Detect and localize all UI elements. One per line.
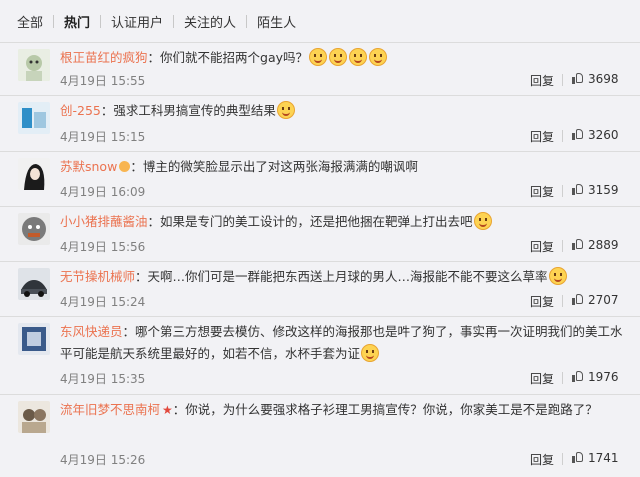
comment-body: 流年旧梦不思南柯 ★：你说，为什么要强求格子衫理工男搞宣传？你说，你家美工是不是跑…	[60, 399, 626, 421]
avatar[interactable]	[18, 268, 50, 300]
username-link[interactable]: 东风快递员	[60, 324, 123, 339]
comment-body: 苏默snow ：博主的微笑脸显示出了对这两张海报满满的嘲讽啊	[60, 156, 626, 178]
avatar[interactable]	[18, 323, 50, 355]
comment-text: ：你们就不能招两个gay吗？	[147, 50, 309, 65]
comment-body: 东风快递员：哪个第三方想要去模仿、修改这样的海报那也是吽了狗了，事实再一次证明我…	[60, 321, 626, 365]
tab-following[interactable]: 关注的人	[184, 12, 236, 31]
like-button[interactable]: 2889	[572, 238, 619, 252]
avatar[interactable]	[18, 213, 50, 245]
thumbs-up-icon	[572, 72, 584, 84]
action-divider	[562, 372, 563, 384]
comment-body: 小小猪排蘸酱油：如果是专门的美工设计的，还是把他捆在靶弹上打出去吧	[60, 211, 626, 233]
comment-time: 4月19日 15:26	[60, 453, 146, 467]
vip-badge-icon	[119, 161, 131, 172]
reply-button[interactable]: 回复	[530, 183, 554, 200]
username-link[interactable]: 创-255	[60, 103, 101, 118]
comment-item: 创-255：强求工科男搞宣传的典型结果 4月19日 15:15 回复 3260	[0, 95, 640, 151]
like-button[interactable]: 1976	[572, 370, 619, 384]
comment-list: 根正苗红的疯狗：你们就不能招两个gay吗？ 4月19日 15:55 回复 369…	[0, 42, 640, 474]
comment-text: ：如果是专门的美工设计的，还是把他捆在靶弹上打出去吧	[147, 214, 473, 229]
tab-all[interactable]: 全部	[17, 12, 43, 31]
avatar[interactable]	[18, 102, 50, 134]
thumbs-up-icon	[572, 451, 584, 463]
username-link[interactable]: 无节操机械师	[60, 269, 135, 284]
like-button[interactable]: 2707	[572, 293, 619, 307]
tab-hot[interactable]: 热门	[64, 12, 90, 31]
thumbs-up-icon	[572, 183, 584, 195]
comment-filter-tabs: 全部 热门 认证用户 关注的人 陌生人	[0, 0, 640, 42]
comment-text: ：你说，为什么要强求格子衫理工男搞宣传？你说，你家美工是不是跑路了？	[172, 402, 598, 417]
like-count: 1976	[588, 370, 619, 384]
action-divider	[562, 130, 563, 142]
action-divider	[562, 453, 563, 465]
comment-item: 流年旧梦不思南柯 ★：你说，为什么要强求格子衫理工男搞宣传？你说，你家美工是不是跑…	[0, 394, 640, 474]
comment-text: ：天啊…你们可是一群能把东西送上月球的男人…海报能不能不要这么草率	[135, 269, 548, 284]
comment-time: 4月19日 15:35	[60, 372, 146, 386]
comment-item: 东风快递员：哪个第三方想要去模仿、修改这样的海报那也是吽了狗了，事实再一次证明我…	[0, 316, 640, 394]
comment-item: 无节操机械师：天啊…你们可是一群能把东西送上月球的男人…海报能不能不要这么草率 …	[0, 261, 640, 316]
comment-item: 小小猪排蘸酱油：如果是专门的美工设计的，还是把他捆在靶弹上打出去吧 4月19日 …	[0, 206, 640, 261]
comment-time: 4月19日 16:09	[60, 185, 146, 199]
doge-emoji-icon	[548, 267, 567, 285]
reply-button[interactable]: 回复	[530, 451, 554, 468]
tab-divider	[53, 14, 55, 28]
like-button[interactable]: 3159	[572, 183, 619, 197]
action-divider	[562, 185, 563, 197]
comment-text: ：哪个第三方想要去模仿、修改这样的海报那也是吽了狗了，事实再一次证明我们的美工水…	[60, 324, 623, 361]
comment-body: 根正苗红的疯狗：你们就不能招两个gay吗？	[60, 47, 626, 69]
avatar[interactable]	[18, 49, 50, 81]
like-count: 3260	[588, 128, 619, 142]
like-button[interactable]: 3260	[572, 128, 619, 142]
action-divider	[562, 295, 563, 307]
tab-strangers[interactable]: 陌生人	[257, 12, 296, 31]
username-link[interactable]: 苏默snow	[60, 159, 117, 174]
like-count: 1741	[588, 451, 619, 465]
comment-body: 创-255：强求工科男搞宣传的典型结果	[60, 100, 626, 122]
drool-emoji-icon	[349, 48, 368, 66]
reply-button[interactable]: 回复	[530, 370, 554, 387]
like-count: 2889	[588, 238, 619, 252]
username-link[interactable]: 小小猪排蘸酱油	[60, 214, 148, 229]
like-count: 2707	[588, 293, 619, 307]
avatar[interactable]	[18, 158, 50, 190]
comment-text: ：博主的微笑脸显示出了对这两张海报满满的嘲讽啊	[130, 159, 418, 174]
reply-button[interactable]: 回复	[530, 293, 554, 310]
like-count: 3698	[588, 72, 619, 86]
reply-button[interactable]: 回复	[530, 72, 554, 89]
comment-item: 苏默snow ：博主的微笑脸显示出了对这两张海报满满的嘲讽啊 4月19日 16:0…	[0, 151, 640, 206]
comment-time: 4月19日 15:15	[60, 130, 146, 144]
thumbs-up-icon	[572, 370, 584, 382]
username-link[interactable]: 根正苗红的疯狗	[60, 50, 148, 65]
action-divider	[562, 240, 563, 252]
comment-text: ：强求工科男搞宣传的典型结果	[100, 103, 276, 118]
reply-button[interactable]: 回复	[530, 128, 554, 145]
comment-time: 4月19日 15:24	[60, 295, 146, 309]
tab-divider	[100, 14, 102, 28]
smile-emoji-icon	[473, 212, 492, 230]
tab-divider	[173, 14, 175, 28]
action-divider	[562, 74, 563, 86]
like-button[interactable]: 1741	[572, 451, 619, 465]
thumbs-up-icon	[572, 293, 584, 305]
comment-time: 4月19日 15:55	[60, 74, 146, 88]
avatar[interactable]	[18, 401, 50, 433]
laugh-cry-emoji-icon	[309, 48, 328, 66]
reply-button[interactable]: 回复	[530, 238, 554, 255]
tab-divider	[246, 14, 248, 28]
comment-body: 无节操机械师：天啊…你们可是一群能把东西送上月球的男人…海报能不能不要这么草率	[60, 266, 626, 288]
doge-emoji-icon	[361, 344, 380, 362]
like-count: 3159	[588, 183, 619, 197]
comment-item: 根正苗红的疯狗：你们就不能招两个gay吗？ 4月19日 15:55 回复 369…	[0, 42, 640, 95]
thumbs-up-icon	[572, 238, 584, 250]
star-badge-icon: ★	[162, 403, 173, 417]
comment-time: 4月19日 15:56	[60, 240, 146, 254]
like-button[interactable]: 3698	[572, 72, 619, 86]
laugh-cry-emoji-icon	[329, 48, 348, 66]
embarrassed-emoji-icon	[276, 101, 295, 119]
thumbs-up-icon	[572, 128, 584, 140]
drool-emoji-icon	[369, 48, 388, 66]
tab-verified-users[interactable]: 认证用户	[111, 12, 163, 31]
username-link[interactable]: 流年旧梦不思南柯	[60, 402, 160, 417]
